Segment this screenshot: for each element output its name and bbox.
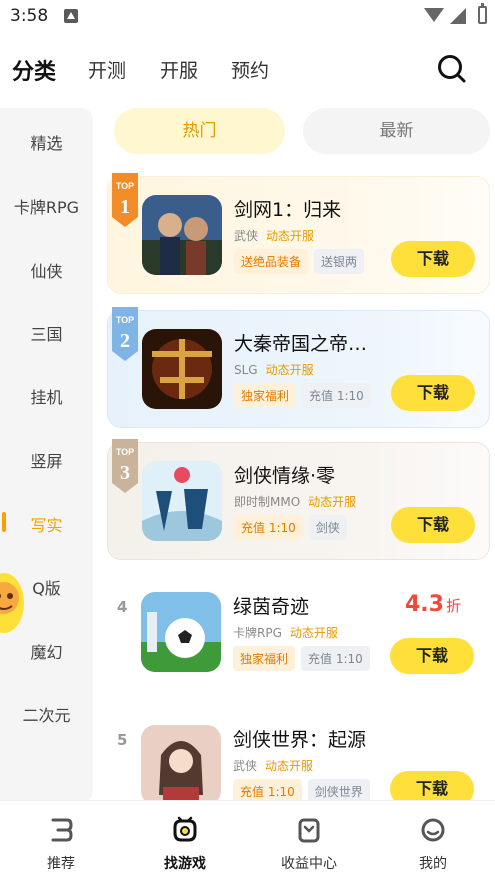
game-name: 剑侠世界：起源 <box>233 729 367 751</box>
status-bar: 3:58 <box>0 0 495 34</box>
rank-number: 5 <box>117 731 128 749</box>
game-meta: 武侠 动态开服 <box>233 757 313 774</box>
nav-label: 找游戏 <box>164 856 206 872</box>
floating-mascot-icon[interactable] <box>0 570 26 636</box>
game-meta: SLG 动态开服 <box>234 361 314 378</box>
game-icon[interactable] <box>141 725 221 805</box>
game-icon[interactable] <box>141 592 221 672</box>
tab-server[interactable]: 开服 <box>160 56 198 83</box>
game-tag: 剑侠 <box>308 515 347 540</box>
bottom-nav: 推荐 找游戏 收益中心 我的 <box>0 800 495 881</box>
game-server-status: 动态开服 <box>265 363 314 377</box>
sidebar-item-card-rpg[interactable]: 卡牌RPG <box>0 194 93 218</box>
game-tag: 充值 1:10 <box>302 383 371 408</box>
game-server-status: 动态开服 <box>266 229 315 243</box>
rank-number: 3 <box>120 462 130 484</box>
game-tags: 独家福利 充值 1:10 <box>234 383 371 408</box>
sidebar-item-featured[interactable]: 精选 <box>0 130 93 154</box>
game-tag: 送银两 <box>314 249 365 274</box>
recommend-icon <box>51 818 73 842</box>
rank-badge-label: TOP <box>116 181 134 191</box>
rank-badge-label: TOP <box>116 315 134 325</box>
game-icon[interactable] <box>142 329 222 409</box>
game-tag: 独家福利 <box>234 383 297 408</box>
top-rank-badge-icon: TOP 1 <box>112 173 138 227</box>
game-card[interactable]: TOP 3 剑侠情缘·零 即时制MMO 动态开服 充值 1:10 剑侠 下载 <box>107 439 490 560</box>
signal-icon <box>450 8 466 24</box>
game-tags: 独家福利 充值 1:10 <box>233 646 370 671</box>
game-category: 武侠 <box>233 759 258 773</box>
game-icon[interactable] <box>142 195 222 275</box>
download-button[interactable]: 下载 <box>391 375 475 411</box>
battery-icon <box>478 3 487 24</box>
game-name: 剑侠情缘·零 <box>234 465 336 487</box>
game-server-status: 动态开服 <box>289 626 338 640</box>
game-tags: 充值 1:10 剑侠 <box>234 515 347 540</box>
tab-reserve[interactable]: 预约 <box>231 56 269 83</box>
sidebar-item-three-kingdoms[interactable]: 三国 <box>0 321 93 345</box>
sidebar-item-idle[interactable]: 挂机 <box>0 384 93 408</box>
tab-category[interactable]: 分类 <box>12 54 56 86</box>
game-name: 绿茵奇迹 <box>233 596 310 618</box>
game-category: 即时制MMO <box>234 495 301 509</box>
rank-number: 1 <box>120 196 130 218</box>
game-card[interactable]: TOP 1 剑网1：归来 武侠 动态开服 送绝品装备 送银两 下载 <box>107 173 490 294</box>
top-rank-badge-icon: TOP 3 <box>112 439 138 493</box>
nav-label: 我的 <box>419 856 447 872</box>
game-tag: 充值 1:10 <box>301 646 370 671</box>
game-tag: 充值 1:10 <box>234 515 303 540</box>
game-category: 武侠 <box>234 229 259 243</box>
wallet-icon <box>298 818 320 843</box>
game-meta: 卡牌RPG 动态开服 <box>233 624 338 641</box>
download-button[interactable]: 下载 <box>391 241 475 277</box>
game-card[interactable]: 4 绿茵奇迹 4.3 折 卡牌RPG 动态开服 独家福利 充值 1:10 下载 <box>107 574 490 692</box>
game-meta: 即时制MMO 动态开服 <box>234 493 356 510</box>
nav-recommend[interactable]: 推荐 <box>16 815 106 873</box>
download-button[interactable]: 下载 <box>391 507 475 543</box>
nav-label: 推荐 <box>47 856 75 872</box>
nav-label: 收益中心 <box>281 856 337 872</box>
game-card[interactable]: TOP 2 大秦帝国之帝… SLG 动态开服 独家福利 充值 1:10 下载 <box>107 307 490 428</box>
game-name: 剑网1：归来 <box>234 199 342 221</box>
sidebar-item-portrait[interactable]: 竖屏 <box>0 448 93 472</box>
discount-label: 4.3 折 <box>405 592 461 617</box>
filter-hot-tab[interactable]: 热门 <box>114 108 285 154</box>
filter-new-tab[interactable]: 最新 <box>303 108 490 154</box>
game-meta: 武侠 动态开服 <box>234 227 314 244</box>
notification-icon <box>64 9 78 23</box>
game-tag: 送绝品装备 <box>234 249 309 274</box>
download-button[interactable]: 下载 <box>390 638 474 674</box>
game-name: 大秦帝国之帝… <box>234 333 368 355</box>
tab-test[interactable]: 开测 <box>88 56 126 83</box>
sidebar-item-xianxia[interactable]: 仙侠 <box>0 258 93 282</box>
nav-earnings[interactable]: 收益中心 <box>264 815 354 873</box>
rank-badge-label: TOP <box>116 447 134 457</box>
rank-number: 4 <box>117 598 128 616</box>
discount-value: 4.3 <box>405 592 444 617</box>
top-rank-badge-icon: TOP 2 <box>112 307 138 361</box>
game-icon[interactable] <box>142 461 222 541</box>
game-tag: 独家福利 <box>233 646 296 671</box>
nav-profile[interactable]: 我的 <box>388 815 478 873</box>
search-icon[interactable] <box>437 54 467 84</box>
game-server-status: 动态开服 <box>308 495 357 509</box>
rank-number: 2 <box>120 330 130 352</box>
sidebar-item-fantasy[interactable]: 魔幻 <box>0 639 93 663</box>
wifi-icon <box>424 8 444 22</box>
gamepad-icon <box>173 816 197 842</box>
game-tags: 送绝品装备 送银两 <box>234 249 365 274</box>
profile-icon <box>421 818 445 842</box>
game-server-status: 动态开服 <box>265 759 314 773</box>
category-sidebar: 精选 卡牌RPG 仙侠 三国 挂机 竖屏 写实 Q版 魔幻 二次元 <box>0 108 93 803</box>
top-tab-bar: 分类 开测 开服 预约 <box>0 48 495 94</box>
sidebar-item-realistic[interactable]: 写实 <box>0 512 93 536</box>
sidebar-item-anime[interactable]: 二次元 <box>0 702 93 726</box>
discount-unit: 折 <box>445 597 461 615</box>
status-time: 3:58 <box>10 6 49 26</box>
game-category: SLG <box>234 363 258 377</box>
nav-find-games[interactable]: 找游戏 <box>140 815 230 873</box>
game-category: 卡牌RPG <box>233 626 282 640</box>
